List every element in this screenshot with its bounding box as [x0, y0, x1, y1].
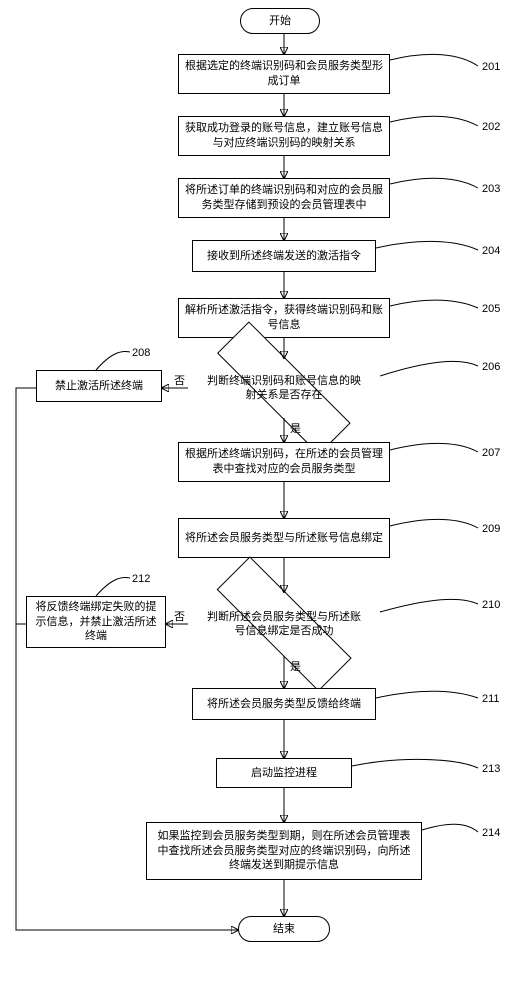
callout-214: 214 — [482, 828, 500, 839]
step-202: 获取成功登录的账号信息，建立账号信息与对应终端识别码的映射关系 — [178, 116, 390, 156]
step-207: 根据所述终端识别码，在所述的会员管理表中查找对应的会员服务类型 — [178, 442, 390, 482]
callout-206: 206 — [482, 362, 500, 373]
callout-208: 208 — [132, 348, 150, 359]
callout-207: 207 — [482, 448, 500, 459]
start-terminator: 开始 — [240, 8, 320, 34]
step-209: 将所述会员服务类型与所述账号信息绑定 — [178, 518, 390, 558]
step-208: 禁止激活所述终端 — [36, 370, 162, 402]
label-yes-210: 是 — [290, 662, 301, 673]
decision-206-text: 判断终端识别码和账号信息的映射关系是否存在 — [184, 374, 384, 403]
callout-204: 204 — [482, 246, 500, 257]
callout-212: 212 — [132, 574, 150, 585]
callout-210: 210 — [482, 600, 500, 611]
decision-206: 判断终端识别码和账号信息的映射关系是否存在 — [184, 358, 384, 418]
end-terminator: 结束 — [238, 916, 330, 942]
callout-211: 211 — [482, 694, 500, 705]
callout-213: 213 — [482, 764, 500, 775]
step-205: 解析所述激活指令，获得终端识别码和账号信息 — [178, 298, 390, 338]
step-214: 如果监控到会员服务类型到期，则在所述会员管理表中查找所述会员服务类型对应的终端识… — [146, 822, 422, 880]
step-201: 根据选定的终端识别码和会员服务类型形成订单 — [178, 54, 390, 94]
flowchart-canvas: 开始 根据选定的终端识别码和会员服务类型形成订单 获取成功登录的账号信息，建立账… — [0, 0, 513, 1000]
decision-210: 判断所述会员服务类型与所述账号信息绑定是否成功 — [184, 592, 384, 656]
step-211: 将所述会员服务类型反馈给终端 — [192, 688, 376, 720]
label-yes-206: 是 — [290, 424, 301, 435]
callout-209: 209 — [482, 524, 500, 535]
callout-201: 201 — [482, 62, 500, 73]
step-212: 将反馈终端绑定失败的提示信息，并禁止激活所述终端 — [26, 596, 166, 648]
callout-205: 205 — [482, 304, 500, 315]
callout-202: 202 — [482, 122, 500, 133]
decision-210-text: 判断所述会员服务类型与所述账号信息绑定是否成功 — [184, 610, 384, 639]
step-204: 接收到所述终端发送的激活指令 — [192, 240, 376, 272]
callout-203: 203 — [482, 184, 500, 195]
step-213: 启动监控进程 — [216, 758, 352, 788]
step-203: 将所述订单的终端识别码和对应的会员服务类型存储到预设的会员管理表中 — [178, 178, 390, 218]
